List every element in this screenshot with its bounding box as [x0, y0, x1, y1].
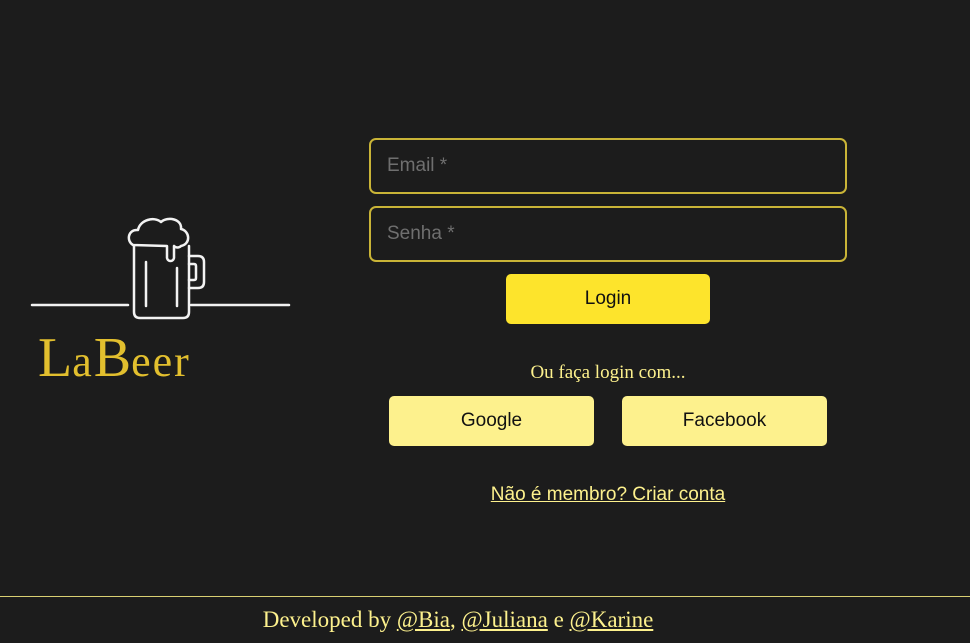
footer-separator: e	[547, 607, 570, 632]
brand-letter-a: a	[72, 337, 94, 386]
dev-link-juliana[interactable]: @Juliana	[461, 607, 547, 632]
dev-link-bia[interactable]: @Bia	[397, 607, 450, 632]
password-field[interactable]	[369, 206, 847, 262]
footer-prefix: Developed by	[262, 607, 397, 632]
social-login-prompt: Ou faça login com...	[530, 362, 686, 383]
brand-name: LaBeer	[38, 330, 191, 386]
signup-link[interactable]: Não é membro? Criar conta	[491, 484, 725, 505]
footer: Developed by @Bia, @Juliana e @Karine	[0, 596, 970, 643]
facebook-login-button[interactable]: Facebook	[622, 396, 827, 446]
signup-container: Não é membro? Criar conta	[369, 484, 847, 506]
login-button[interactable]: Login	[506, 274, 710, 324]
google-login-button[interactable]: Google	[389, 396, 594, 446]
beer-mug-icon	[30, 217, 291, 320]
brand-letter-b: B	[93, 327, 132, 389]
email-field[interactable]	[369, 138, 847, 194]
footer-credits: Developed by @Bia, @Juliana e @Karine	[0, 607, 916, 633]
brand-letter-l: L	[38, 327, 73, 389]
brand-letters-eer: eer	[131, 337, 191, 386]
labeer-logo: LaBeer	[30, 212, 292, 392]
footer-separator: ,	[449, 607, 462, 632]
dev-link-karine[interactable]: @Karine	[570, 607, 654, 632]
